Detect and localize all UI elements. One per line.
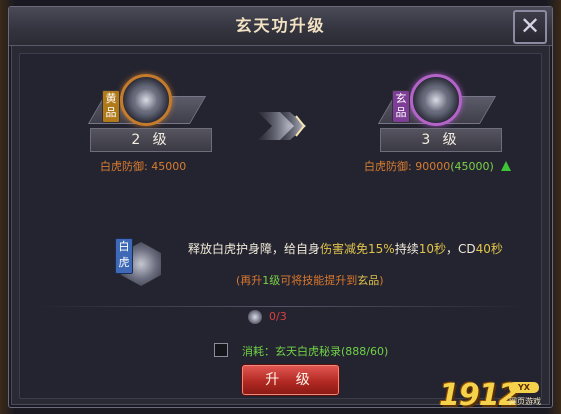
- upgrade-arrow-icon: [258, 112, 306, 140]
- cost-label: 消耗：玄天白虎秘录(888/60): [242, 345, 389, 358]
- divider: [32, 306, 529, 307]
- watermark-number: 1912: [439, 378, 519, 413]
- upgrade-note: (再升1级可将技能提升到玄品): [236, 272, 384, 288]
- stone-icon: [248, 310, 262, 324]
- upgrade-button[interactable]: 升 级: [242, 365, 339, 395]
- effect-description: 释放白虎护身障，给自身伤害减免15%持续10秒，CD40秒: [188, 240, 503, 257]
- title-bar: 玄天功升级 ✕: [9, 7, 552, 46]
- use-item-checkbox[interactable]: [214, 343, 228, 357]
- effect-icon: 白虎: [115, 238, 167, 290]
- note-text: (再升: [236, 274, 263, 287]
- effect-highlight: 10秒: [418, 242, 446, 256]
- item-count: 0/3: [269, 310, 287, 323]
- note-highlight: 1级: [262, 274, 281, 287]
- next-skill-card: 玄品 3 级 白虎防御: 90000(45000): [364, 74, 512, 194]
- effect-tag: 白虎: [115, 238, 133, 274]
- dialog-title: 玄天功升级: [235, 16, 326, 35]
- defense-gain: (45000): [450, 160, 494, 173]
- watermark-subtitle: 网页游戏: [509, 397, 541, 406]
- upgrade-dialog: 玄天功升级 ✕ 黄品 2 级 白虎防御: 45000 玄品 3 级 白虎防御: …: [8, 6, 553, 408]
- note-highlight: 玄品: [357, 274, 380, 287]
- level-label: 3 级: [380, 128, 502, 152]
- effect-highlight: 伤害减免15%: [320, 242, 395, 256]
- up-arrow-icon: [501, 161, 512, 171]
- note-text: 可将技能提升到: [280, 274, 358, 287]
- current-skill-card: 黄品 2 级 白虎防御: 45000: [82, 74, 222, 194]
- effect-highlight: 40秒: [475, 242, 503, 256]
- effect-text: ，CD: [446, 242, 476, 256]
- rank-tag: 玄品: [392, 90, 410, 123]
- watermark-logo: 1912 YX 网页游戏: [439, 378, 559, 413]
- defense-value: 90000: [415, 160, 451, 173]
- effect-text: 释放白虎护身障，给自身: [188, 242, 321, 256]
- defense-stat: 白虎防御: 45000: [100, 158, 186, 174]
- defense-value: 45000: [151, 160, 187, 173]
- effect-text: 持续: [394, 242, 419, 256]
- rank-tag: 黄品: [102, 90, 120, 123]
- skill-medal-icon: [410, 74, 462, 126]
- watermark-badge: YX: [509, 382, 539, 393]
- defense-label: 白虎防御:: [364, 160, 412, 173]
- note-text: ): [379, 274, 384, 287]
- defense-stat: 白虎防御: 90000(45000): [364, 158, 512, 174]
- close-icon: ✕: [519, 12, 541, 40]
- level-label: 2 级: [90, 128, 212, 152]
- skill-medal-icon: [120, 74, 172, 126]
- defense-label: 白虎防御:: [100, 160, 148, 173]
- close-button[interactable]: ✕: [513, 10, 547, 44]
